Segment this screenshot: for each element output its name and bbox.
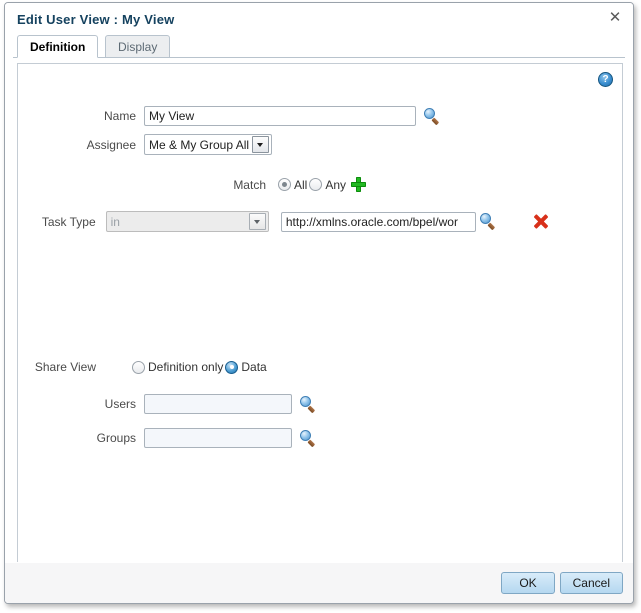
edit-user-view-dialog: Edit User View : My View ✕ Definition Di…	[4, 2, 634, 604]
chevron-down-icon[interactable]	[248, 213, 266, 230]
tab-definition[interactable]: Definition	[17, 35, 99, 58]
tab-display[interactable]: Display	[105, 35, 171, 58]
users-row: Users	[18, 394, 348, 414]
groups-input[interactable]	[144, 428, 292, 448]
definition-panel: ? Name Assignee Me & My Group All	[17, 63, 623, 563]
task-type-row: Task Type in	[18, 211, 548, 232]
groups-label: Groups	[96, 431, 136, 445]
groups-row: Groups	[18, 428, 348, 448]
name-label: Name	[103, 109, 136, 123]
match-row: Match All Any	[18, 177, 398, 192]
dialog-title: Edit User View : My View	[17, 12, 175, 27]
match-all-radio[interactable]	[278, 178, 291, 191]
task-type-search-icon[interactable]	[480, 213, 497, 230]
plus-icon[interactable]	[351, 177, 367, 192]
name-input[interactable]	[144, 106, 416, 126]
match-any-label[interactable]: Any	[325, 178, 346, 192]
tab-strip: Definition Display	[13, 35, 625, 58]
magnifier-handle-icon	[487, 222, 496, 230]
task-type-operator-dropdown[interactable]: in	[105, 211, 269, 232]
ok-button[interactable]: OK	[501, 572, 555, 594]
assignee-label: Assignee	[86, 137, 136, 152]
groups-search-icon[interactable]	[300, 429, 317, 447]
share-definition-only-label[interactable]: Definition only	[148, 360, 223, 374]
task-type-value-input[interactable]	[280, 211, 476, 232]
share-data-label[interactable]: Data	[241, 360, 266, 374]
users-label: Users	[104, 397, 136, 411]
dialog-footer: OK Cancel	[5, 562, 633, 603]
share-view-label: Share View	[34, 360, 96, 374]
name-search-icon[interactable]	[424, 107, 441, 125]
magnifier-handle-icon	[431, 117, 440, 125]
users-search-icon[interactable]	[300, 395, 317, 413]
share-view-row: Share View Definition only Data	[18, 360, 358, 374]
match-all-label[interactable]: All	[294, 178, 307, 192]
assignee-dropdown[interactable]: Me & My Group All	[144, 134, 272, 155]
assignee-row: Assignee Me & My Group All	[18, 134, 358, 155]
dialog-titlebar: Edit User View : My View ✕	[5, 3, 633, 35]
share-definition-only-radio[interactable]	[132, 360, 145, 374]
cancel-button[interactable]: Cancel	[559, 572, 623, 594]
users-input[interactable]	[144, 394, 292, 414]
task-type-label: Task Type	[41, 214, 96, 229]
match-label: Match	[233, 177, 266, 192]
delete-icon[interactable]	[533, 214, 548, 229]
name-row: Name	[18, 106, 458, 126]
task-type-operator-value: in	[110, 214, 120, 229]
chevron-down-icon[interactable]	[252, 136, 269, 153]
definition-form: Name Assignee Me & My Group All Match	[18, 64, 622, 562]
magnifier-handle-icon	[307, 405, 316, 413]
magnifier-handle-icon	[307, 439, 316, 447]
share-data-radio[interactable]	[225, 360, 239, 374]
close-icon[interactable]: ✕	[607, 10, 623, 26]
match-any-radio[interactable]	[309, 178, 323, 191]
assignee-value: Me & My Group All	[149, 137, 250, 152]
